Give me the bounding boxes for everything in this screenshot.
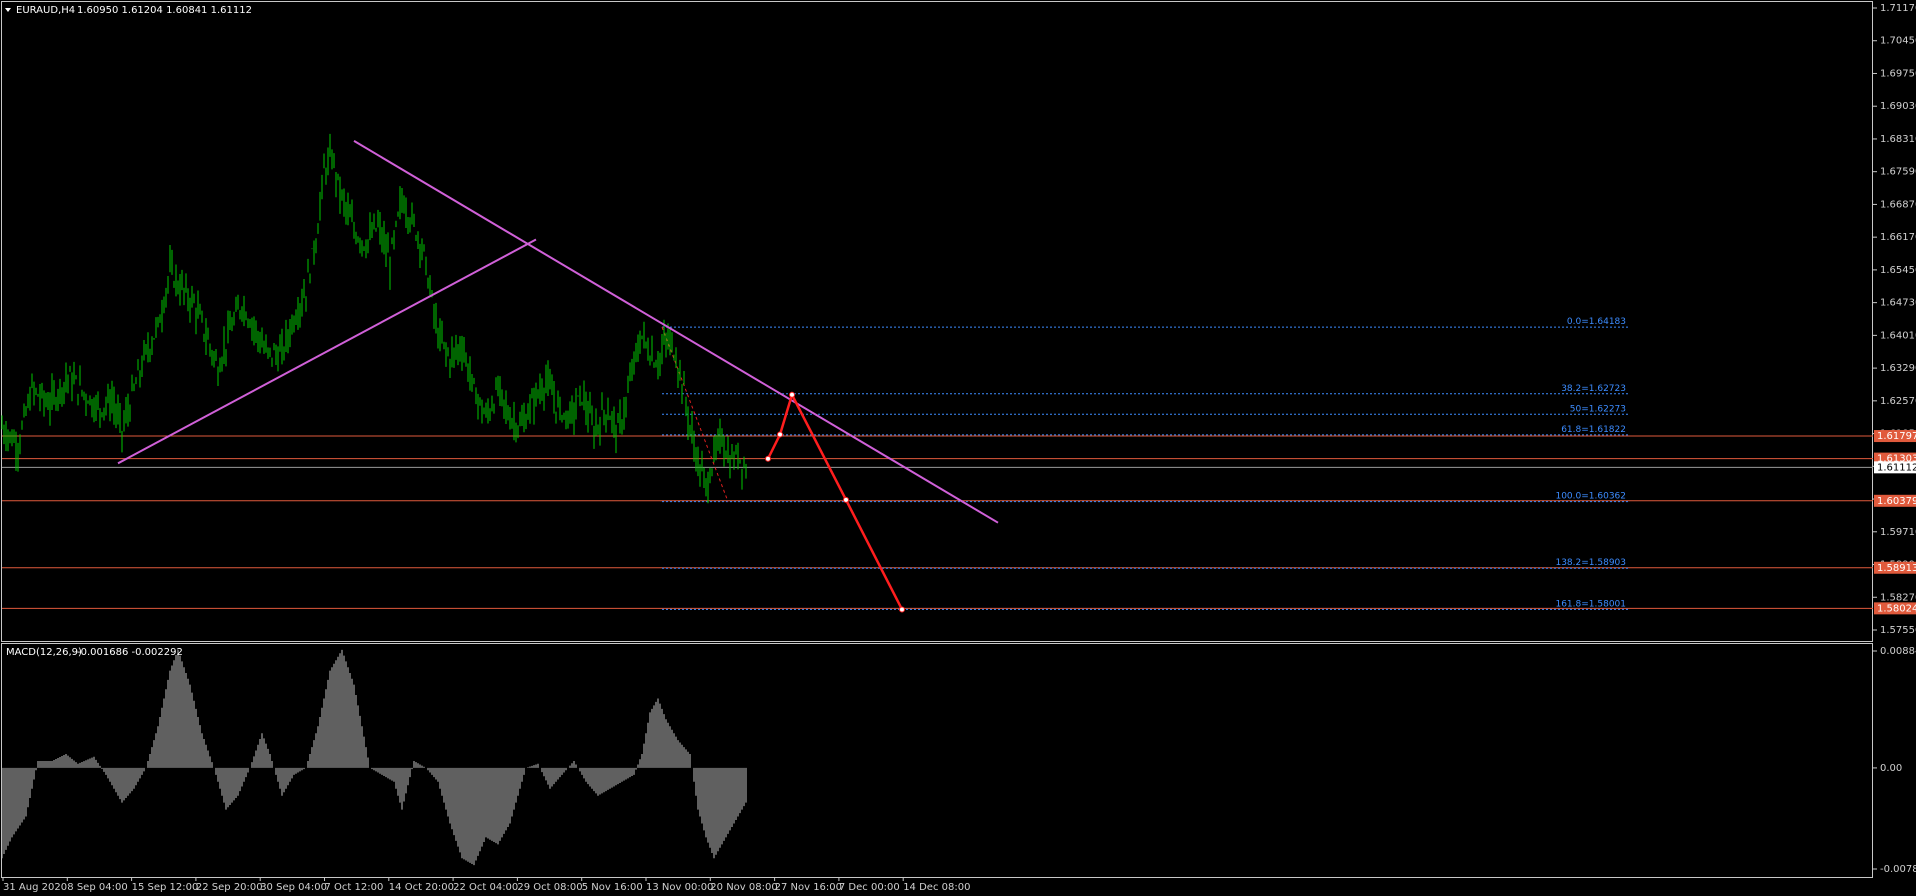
price-axis-label: 1.63290 [1880,363,1916,374]
price-axis-label: 1.66170 [1880,232,1916,243]
macd-histogram [1,649,747,866]
price-level-tag-label: 1.61797 [1877,431,1916,442]
macd-axis-label: -0.007852 [1880,864,1916,875]
price-axis-label: 1.71170 [1880,3,1916,14]
macd-axis-label: 0.00 [1880,763,1902,774]
time-axis-label: 14 Oct 20:00 [389,882,454,893]
macd-values: -0.001686 -0.002292 [77,647,183,658]
price-axis-label: 1.57550 [1880,625,1916,636]
price-level-tag-label: 1.60379 [1877,496,1916,507]
fib-level-label: 38.2=1.62723 [1561,384,1626,394]
trendlines[interactable] [117,140,999,524]
price-axis-label: 1.68310 [1880,134,1916,145]
projection-point[interactable] [843,496,849,503]
current-price-tag-label: 1.61112 [1877,462,1916,473]
chart-canvas[interactable]: 0.0=1.64183 38.2=1.62723 50=1.62273 61.8=1.… [0,0,1916,896]
macd-axis-label: 0.008848 [1880,646,1916,657]
fib-level-label: 0.0=1.64183 [1567,317,1626,327]
fib-level-label: 138.2=1.58903 [1555,558,1626,568]
price-candles [1,133,747,504]
price-axis-label: 1.70450 [1880,36,1916,47]
time-axis-label: 7 Dec 00:00 [839,882,900,893]
price-axis-label: 1.69030 [1880,101,1916,112]
macd-info: MACD(12,26,9) -0.001686 -0.002292 [6,647,183,658]
time-axis-label: 8 Sep 04:00 [67,882,127,893]
price-axis-label: 1.58270 [1880,592,1916,603]
time-axis-label: 27 Nov 16:00 [775,882,842,893]
price-axis: 1.71170 1.70450 1.69750 1.69030 1.68310 1.675… [1873,3,1916,636]
macd-label: MACD(12,26,9) [6,647,82,658]
symbol-info: EURAUD,H4 1.60950 1.61204 1.60841 1.6111… [5,5,252,16]
time-axis-label: 7 Oct 12:00 [325,882,384,893]
time-axis-label: 15 Sep 12:00 [132,882,199,893]
price-axis-label: 1.69750 [1880,68,1916,79]
time-axis-label: 20 Nov 08:00 [710,882,777,893]
symbol-label: EURAUD,H4 [16,5,75,16]
projection-point[interactable] [899,606,905,613]
trendline[interactable] [117,238,537,465]
price-axis-label: 1.62570 [1880,396,1916,407]
trendline[interactable] [353,140,999,524]
time-axis-label: 22 Sep 20:00 [196,882,263,893]
price-level-tag-label: 1.58024 [1877,603,1916,614]
price-level-tag-label: 1.58913 [1877,563,1916,574]
price-axis-label: 1.67590 [1880,167,1916,178]
projection-point[interactable] [765,455,771,462]
time-axis-label: 22 Oct 04:00 [453,882,518,893]
price-axis-label: 1.59710 [1880,527,1916,538]
fib-level-label: 50=1.62273 [1570,404,1626,414]
time-axis-label: 5 Nov 16:00 [582,882,643,893]
price-axis-label: 1.64010 [1880,330,1916,341]
fibonacci-retracement[interactable]: 0.0=1.64183 38.2=1.62723 50=1.62273 61.8=1.… [661,317,1628,610]
time-axis-label: 30 Sep 04:00 [260,882,327,893]
time-axis-label: 31 Aug 2020 [3,882,67,893]
macd-axis: 0.008848 0.00 -0.007852 [1873,646,1916,875]
macd-subwindow-frame [1,643,1873,878]
ohlc-values: 1.60950 1.61204 1.60841 1.61112 [77,5,252,16]
fib-level-label: 161.8=1.58001 [1555,599,1626,609]
time-axis-label: 29 Oct 08:00 [517,882,582,893]
horizontal-price-levels[interactable] [2,435,1873,609]
time-axis-label: 13 Nov 00:00 [646,882,713,893]
fib-level-label: 61.8=1.61822 [1561,425,1626,435]
projection-point[interactable] [777,431,783,438]
projection-point[interactable] [789,391,795,398]
price-axis-label: 1.64730 [1880,298,1916,309]
dropdown-triangle-icon[interactable] [5,8,11,12]
fib-level-label: 100.0=1.60362 [1555,492,1626,502]
time-axis-label: 14 Dec 08:00 [903,882,970,893]
time-axis: 31 Aug 2020 8 Sep 04:00 15 Sep 12:0022 Sep… [2,877,970,893]
price-axis-label: 1.65450 [1880,265,1916,276]
price-axis-label: 1.66870 [1880,199,1916,210]
